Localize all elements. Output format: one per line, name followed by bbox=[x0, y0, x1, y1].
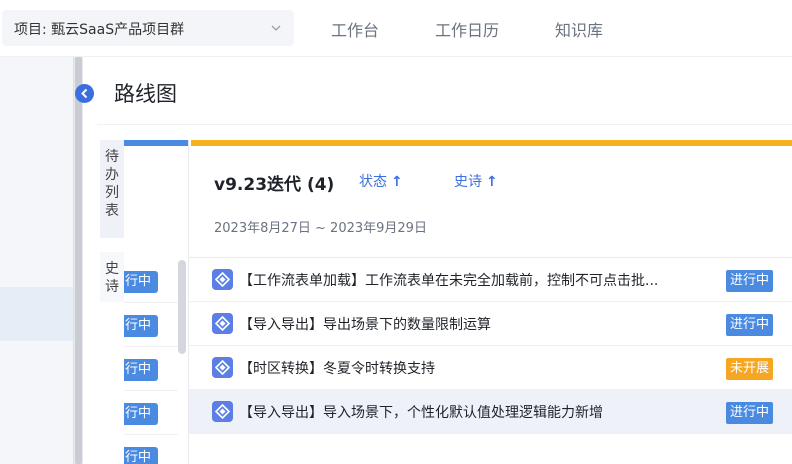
collapse-button[interactable] bbox=[75, 84, 94, 103]
backlog-card[interactable]: 行中 bbox=[124, 259, 178, 303]
nav-knowledge-base[interactable]: 知识库 bbox=[555, 17, 603, 41]
page-title: 路线图 bbox=[114, 82, 177, 106]
iteration-column-bar bbox=[191, 140, 792, 146]
iteration-item-title: 【导入导出】导入场景下，个性化默认值处理逻辑能力新增 bbox=[239, 405, 603, 421]
project-select[interactable]: 项目: 甄云SaaS产品项目群 bbox=[2, 10, 294, 46]
status-badge: 进行中 bbox=[726, 270, 774, 292]
epic-icon bbox=[212, 313, 233, 334]
arrow-up-icon: ↑ bbox=[486, 174, 498, 190]
top-bar: 项目: 甄云SaaS产品项目群 工作台 工作日历 知识库 bbox=[0, 0, 792, 57]
epic-icon bbox=[212, 357, 233, 378]
backlog-card[interactable]: 行中 bbox=[124, 391, 178, 435]
status-badge: 行中 bbox=[124, 359, 158, 381]
left-panel-scrollbar[interactable] bbox=[73, 57, 83, 464]
tab-epics-label: 史诗 bbox=[105, 261, 119, 295]
project-select-label: 项目: 甄云SaaS产品项目群 bbox=[14, 22, 185, 38]
backlog-column-bar bbox=[124, 140, 188, 146]
iteration-item-title: 【导入导出】导出场景下的数量限制运算 bbox=[239, 317, 491, 333]
nav-workbench[interactable]: 工作台 bbox=[331, 17, 379, 41]
chevron-down-icon bbox=[271, 25, 281, 31]
nav-work-calendar[interactable]: 工作日历 bbox=[435, 17, 499, 41]
iteration-item[interactable]: 【导入导出】导出场景下的数量限制运算 进行中 bbox=[189, 302, 792, 346]
backlog-card[interactable]: 行中 bbox=[124, 303, 178, 347]
status-badge: 行中 bbox=[124, 447, 158, 464]
status-badge: 行中 bbox=[124, 315, 158, 337]
iteration-title: v9.23迭代 (4) bbox=[214, 175, 335, 195]
tab-epics[interactable]: 史诗 bbox=[100, 252, 124, 302]
sort-by-status-label: 状态 bbox=[359, 174, 387, 190]
backlog-card[interactable]: 行中 bbox=[124, 435, 178, 464]
arrow-up-icon: ↑ bbox=[391, 174, 403, 190]
epic-icon bbox=[212, 269, 233, 290]
status-badge: 行中 bbox=[124, 403, 158, 425]
iteration-item[interactable]: 【导入导出】导入场景下，个性化默认值处理逻辑能力新增 进行中 bbox=[189, 390, 792, 434]
sort-by-epic-button[interactable]: 史诗 ↑ bbox=[454, 171, 498, 191]
left-panel-scroll-thumb[interactable] bbox=[75, 57, 82, 464]
tab-backlog[interactable]: 待办列表 bbox=[100, 140, 124, 238]
iteration-item[interactable]: 【时区转换】冬夏令时转换支持 未开展 bbox=[189, 346, 792, 390]
sort-by-status-button[interactable]: 状态 ↑ bbox=[359, 171, 403, 191]
iteration-item-title: 【工作流表单加载】工作流表单在未完全加载前，控制不可点击批... bbox=[239, 273, 659, 289]
status-badge: 行中 bbox=[124, 271, 158, 293]
iteration-item[interactable]: 【工作流表单加载】工作流表单在未完全加载前，控制不可点击批... 进行中 bbox=[189, 258, 792, 302]
sort-by-epic-label: 史诗 bbox=[454, 174, 482, 190]
iteration-date-range: 2023年8月27日 ~ 2023年9月29日 bbox=[214, 221, 427, 236]
left-panel-selected-row[interactable] bbox=[0, 287, 73, 341]
left-panel bbox=[0, 57, 73, 464]
iteration-item-title: 【时区转换】冬夏令时转换支持 bbox=[239, 361, 435, 377]
tab-backlog-label: 待办列表 bbox=[105, 149, 119, 219]
status-badge: 进行中 bbox=[726, 402, 774, 424]
epic-icon bbox=[212, 401, 233, 422]
title-divider bbox=[97, 124, 792, 125]
backlog-card[interactable]: 行中 bbox=[124, 347, 178, 391]
status-badge: 未开展 bbox=[726, 358, 774, 380]
chevron-left-icon bbox=[81, 88, 88, 99]
backlog-scrollbar[interactable] bbox=[178, 260, 186, 354]
status-badge: 进行中 bbox=[726, 314, 774, 336]
